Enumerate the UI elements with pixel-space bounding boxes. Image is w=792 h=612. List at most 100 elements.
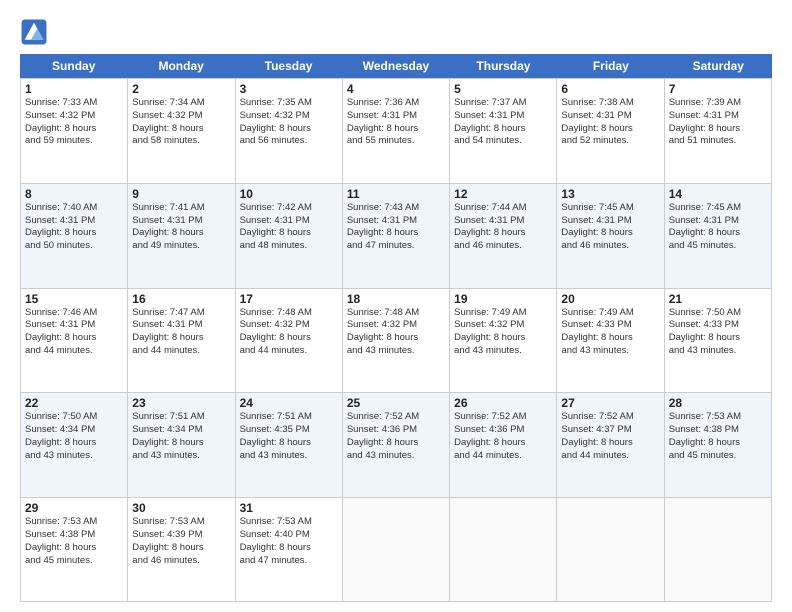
header-day-wednesday: Wednesday [342, 54, 449, 78]
cell-line-3: and 44 minutes. [132, 345, 230, 358]
cal-cell-3: 3Sunrise: 7:35 AMSunset: 4:32 PMDaylight… [236, 78, 343, 183]
header-day-friday: Friday [557, 54, 664, 78]
cell-line-3: and 45 minutes. [669, 450, 767, 463]
cal-cell-24: 24Sunrise: 7:51 AMSunset: 4:35 PMDayligh… [236, 392, 343, 497]
cell-line-3: and 47 minutes. [347, 240, 445, 253]
cell-line-3: and 44 minutes. [240, 345, 338, 358]
cell-line-3: and 47 minutes. [240, 555, 338, 568]
cal-cell-22: 22Sunrise: 7:50 AMSunset: 4:34 PMDayligh… [21, 392, 128, 497]
cell-line-0: Sunrise: 7:49 AM [561, 307, 659, 320]
day-number: 7 [669, 82, 767, 96]
day-number: 28 [669, 396, 767, 410]
cell-line-3: and 43 minutes. [347, 450, 445, 463]
cell-line-2: Daylight: 8 hours [347, 437, 445, 450]
header-day-saturday: Saturday [665, 54, 772, 78]
cell-line-0: Sunrise: 7:49 AM [454, 307, 552, 320]
cell-line-0: Sunrise: 7:45 AM [561, 202, 659, 215]
cell-line-0: Sunrise: 7:36 AM [347, 97, 445, 110]
cell-line-0: Sunrise: 7:42 AM [240, 202, 338, 215]
cell-line-2: Daylight: 8 hours [240, 437, 338, 450]
cell-line-2: Daylight: 8 hours [25, 332, 123, 345]
cell-line-2: Daylight: 8 hours [561, 227, 659, 240]
cell-line-2: Daylight: 8 hours [240, 123, 338, 136]
day-number: 23 [132, 396, 230, 410]
cal-cell-1: 1Sunrise: 7:33 AMSunset: 4:32 PMDaylight… [21, 78, 128, 183]
cell-line-2: Daylight: 8 hours [132, 123, 230, 136]
cell-line-2: Daylight: 8 hours [240, 332, 338, 345]
day-number: 29 [25, 501, 123, 515]
cell-line-3: and 48 minutes. [240, 240, 338, 253]
cal-cell-23: 23Sunrise: 7:51 AMSunset: 4:34 PMDayligh… [128, 392, 235, 497]
cal-row-3: 15Sunrise: 7:46 AMSunset: 4:31 PMDayligh… [20, 288, 772, 393]
header [20, 18, 772, 46]
day-number: 30 [132, 501, 230, 515]
cal-cell-6: 6Sunrise: 7:38 AMSunset: 4:31 PMDaylight… [557, 78, 664, 183]
cell-line-2: Daylight: 8 hours [347, 332, 445, 345]
cell-line-0: Sunrise: 7:53 AM [25, 516, 123, 529]
cell-line-3: and 44 minutes. [561, 450, 659, 463]
day-number: 15 [25, 292, 123, 306]
cal-cell-27: 27Sunrise: 7:52 AMSunset: 4:37 PMDayligh… [557, 392, 664, 497]
cal-cell-empty-4 [450, 497, 557, 602]
cell-line-1: Sunset: 4:38 PM [669, 424, 767, 437]
cell-line-0: Sunrise: 7:51 AM [240, 411, 338, 424]
cell-line-1: Sunset: 4:31 PM [347, 110, 445, 123]
cell-line-2: Daylight: 8 hours [454, 332, 552, 345]
cell-line-3: and 44 minutes. [454, 450, 552, 463]
cal-cell-12: 12Sunrise: 7:44 AMSunset: 4:31 PMDayligh… [450, 183, 557, 288]
page: SundayMondayTuesdayWednesdayThursdayFrid… [0, 0, 792, 612]
cell-line-0: Sunrise: 7:46 AM [25, 307, 123, 320]
day-number: 6 [561, 82, 659, 96]
cell-line-1: Sunset: 4:32 PM [25, 110, 123, 123]
cal-cell-20: 20Sunrise: 7:49 AMSunset: 4:33 PMDayligh… [557, 288, 664, 393]
cell-line-3: and 45 minutes. [669, 240, 767, 253]
cal-row-4: 22Sunrise: 7:50 AMSunset: 4:34 PMDayligh… [20, 392, 772, 497]
cell-line-2: Daylight: 8 hours [669, 437, 767, 450]
cell-line-1: Sunset: 4:33 PM [561, 319, 659, 332]
cell-line-3: and 55 minutes. [347, 135, 445, 148]
cell-line-1: Sunset: 4:37 PM [561, 424, 659, 437]
cell-line-1: Sunset: 4:31 PM [132, 215, 230, 228]
cell-line-1: Sunset: 4:40 PM [240, 529, 338, 542]
cell-line-3: and 51 minutes. [669, 135, 767, 148]
cell-line-3: and 43 minutes. [347, 345, 445, 358]
day-number: 3 [240, 82, 338, 96]
day-number: 8 [25, 187, 123, 201]
header-day-thursday: Thursday [450, 54, 557, 78]
cell-line-3: and 43 minutes. [132, 450, 230, 463]
day-number: 27 [561, 396, 659, 410]
cell-line-2: Daylight: 8 hours [240, 542, 338, 555]
cell-line-2: Daylight: 8 hours [132, 542, 230, 555]
cell-line-1: Sunset: 4:32 PM [240, 110, 338, 123]
cal-cell-5: 5Sunrise: 7:37 AMSunset: 4:31 PMDaylight… [450, 78, 557, 183]
day-number: 9 [132, 187, 230, 201]
day-number: 1 [25, 82, 123, 96]
cell-line-1: Sunset: 4:31 PM [25, 319, 123, 332]
cal-cell-2: 2Sunrise: 7:34 AMSunset: 4:32 PMDaylight… [128, 78, 235, 183]
logo [20, 18, 52, 46]
day-number: 5 [454, 82, 552, 96]
cell-line-1: Sunset: 4:31 PM [669, 110, 767, 123]
cell-line-3: and 43 minutes. [25, 450, 123, 463]
cal-cell-empty-5 [557, 497, 664, 602]
cal-cell-17: 17Sunrise: 7:48 AMSunset: 4:32 PMDayligh… [236, 288, 343, 393]
cell-line-0: Sunrise: 7:41 AM [132, 202, 230, 215]
day-number: 13 [561, 187, 659, 201]
day-number: 2 [132, 82, 230, 96]
cell-line-0: Sunrise: 7:52 AM [454, 411, 552, 424]
day-number: 14 [669, 187, 767, 201]
cell-line-1: Sunset: 4:36 PM [454, 424, 552, 437]
cell-line-0: Sunrise: 7:52 AM [347, 411, 445, 424]
cal-cell-16: 16Sunrise: 7:47 AMSunset: 4:31 PMDayligh… [128, 288, 235, 393]
cell-line-3: and 46 minutes. [132, 555, 230, 568]
cal-row-1: 1Sunrise: 7:33 AMSunset: 4:32 PMDaylight… [20, 78, 772, 183]
cal-cell-8: 8Sunrise: 7:40 AMSunset: 4:31 PMDaylight… [21, 183, 128, 288]
cal-cell-13: 13Sunrise: 7:45 AMSunset: 4:31 PMDayligh… [557, 183, 664, 288]
cell-line-3: and 43 minutes. [240, 450, 338, 463]
cal-cell-19: 19Sunrise: 7:49 AMSunset: 4:32 PMDayligh… [450, 288, 557, 393]
cell-line-3: and 46 minutes. [561, 240, 659, 253]
cell-line-1: Sunset: 4:31 PM [347, 215, 445, 228]
cell-line-0: Sunrise: 7:39 AM [669, 97, 767, 110]
cell-line-3: and 58 minutes. [132, 135, 230, 148]
cell-line-2: Daylight: 8 hours [347, 227, 445, 240]
